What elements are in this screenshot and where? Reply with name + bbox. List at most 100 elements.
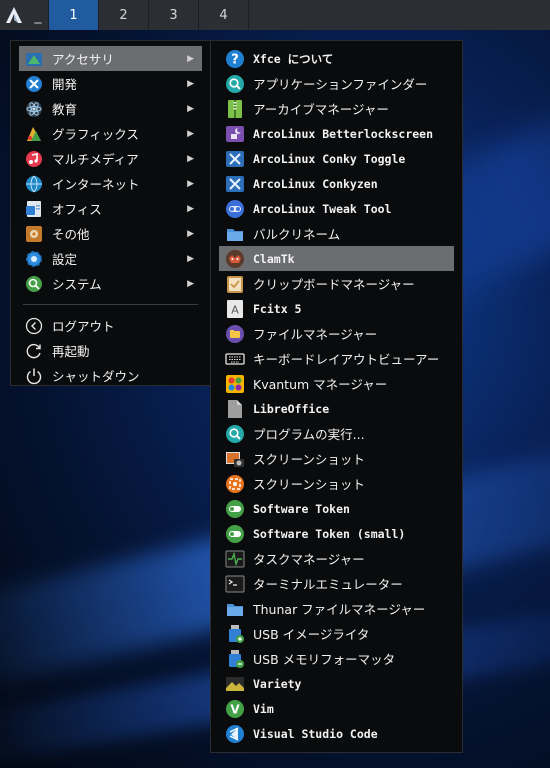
app-archive-manager[interactable]: アーカイブマネージャー <box>219 96 454 121</box>
app-software-token-small[interactable]: Software Token (small) <box>219 521 454 546</box>
app-kvantum-manager[interactable]: Kvantum マネージャー <box>219 371 454 396</box>
screenshot-camera-icon <box>224 449 246 469</box>
app-label: Visual Studio Code <box>253 726 378 741</box>
app-file-manager[interactable]: ファイルマネージャー <box>219 321 454 346</box>
app-keyboard-layout-viewer[interactable]: キーボードレイアウトビューアー <box>219 346 454 371</box>
accessories-icon <box>23 49 45 69</box>
app-label: Xfce について <box>253 51 334 66</box>
libreoffice-icon <box>224 399 246 419</box>
shutdown-menu-item[interactable]: シャットダウン <box>19 363 202 388</box>
app-vim[interactable]: V Vim <box>219 696 454 721</box>
clamtk-icon <box>224 249 246 269</box>
graphics-icon <box>23 124 45 144</box>
multimedia-icon <box>23 149 45 169</box>
menu-category-other[interactable]: その他 ▶ <box>19 221 202 246</box>
menu-category-label: グラフィックス <box>52 127 139 142</box>
app-clamtk[interactable]: ClamTk <box>219 246 454 271</box>
menu-category-office[interactable]: オフィス ▶ <box>19 196 202 221</box>
app-label: ArcoLinux Conkyzen <box>253 176 378 191</box>
restart-label: 再起動 <box>52 344 90 359</box>
menu-category-multimedia[interactable]: マルチメディア ▶ <box>19 146 202 171</box>
app-libreoffice[interactable]: LibreOffice <box>219 396 454 421</box>
app-label: タスクマネージャー <box>253 552 365 567</box>
menu-category-label: オフィス <box>52 202 102 217</box>
app-label: アーカイブマネージャー <box>253 102 389 117</box>
menu-category-settings[interactable]: 設定 ▶ <box>19 246 202 271</box>
conky-icon <box>224 149 246 169</box>
app-arcolinux-betterlockscreen[interactable]: ArcoLinux Betterlockscreen <box>219 121 454 146</box>
app-label: Thunar ファイルマネージャー <box>253 602 426 617</box>
app-arcolinux-conkyzen[interactable]: ArcoLinux Conkyzen <box>219 171 454 196</box>
workspace-2-button[interactable]: 2 <box>98 0 148 30</box>
menu-category-label: アクセサリ <box>52 52 114 67</box>
app-terminal-emulator[interactable]: ターミナルエミュレーター <box>219 571 454 596</box>
software-token-small-icon <box>224 524 246 544</box>
submenu-arrow-icon: ▶ <box>187 178 194 189</box>
app-fcitx5[interactable]: A Fcitx 5 <box>219 296 454 321</box>
terminal-icon <box>224 574 246 594</box>
app-software-token[interactable]: Software Token <box>219 496 454 521</box>
internet-icon <box>23 174 45 194</box>
info-icon: ? <box>224 49 246 69</box>
file-manager-icon <box>224 324 246 344</box>
app-usb-formatter[interactable]: USB メモリフォーマッタ <box>219 646 454 671</box>
shutdown-label: シャットダウン <box>52 369 140 384</box>
app-xfce-about[interactable]: ? Xfce について <box>219 46 454 71</box>
menu-category-graphics[interactable]: グラフィックス ▶ <box>19 121 202 146</box>
accessories-submenu: ? Xfce について アプリケーションファインダー アーカイブマネージャー A… <box>210 40 463 753</box>
app-screenshot-1[interactable]: スクリーンショット <box>219 446 454 471</box>
app-application-finder[interactable]: アプリケーションファインダー <box>219 71 454 96</box>
app-bulk-rename[interactable]: バルクリネーム <box>219 221 454 246</box>
workspace-1-button[interactable]: 1 <box>48 0 98 30</box>
app-arcolinux-conky-toggle[interactable]: ArcoLinux Conky Toggle <box>219 146 454 171</box>
app-arcolinux-tweak-tool[interactable]: ArcoLinux Tweak Tool <box>219 196 454 221</box>
clipboard-icon <box>224 274 246 294</box>
education-icon <box>23 99 45 119</box>
app-screenshot-2[interactable]: スクリーンショット <box>219 471 454 496</box>
app-label: Kvantum マネージャー <box>253 377 388 392</box>
menu-category-label: その他 <box>52 227 90 242</box>
run-program-icon <box>224 424 246 444</box>
conkyzen-icon <box>224 174 246 194</box>
menu-category-label: 設定 <box>52 252 78 267</box>
thunar-icon <box>224 599 246 619</box>
app-usb-image-writer[interactable]: USB イメージライタ <box>219 621 454 646</box>
submenu-arrow-icon: ▶ <box>187 203 194 214</box>
arcolinux-logo-icon[interactable] <box>0 0 28 30</box>
workspace-3-button[interactable]: 3 <box>148 0 198 30</box>
archive-manager-icon <box>224 99 246 119</box>
app-label: ターミナルエミュレーター <box>253 577 403 592</box>
app-run-program[interactable]: プログラムの実行... <box>219 421 454 446</box>
menu-category-internet[interactable]: インターネット ▶ <box>19 171 202 196</box>
restart-menu-item[interactable]: 再起動 <box>19 338 202 363</box>
menu-category-accessories[interactable]: アクセサリ ▶ <box>19 46 202 71</box>
app-visual-studio-code[interactable]: Visual Studio Code <box>219 721 454 746</box>
menu-category-development[interactable]: 開発 ▶ <box>19 71 202 96</box>
app-clipboard-manager[interactable]: クリップボードマネージャー <box>219 271 454 296</box>
screenshot-tool-icon <box>224 474 246 494</box>
development-icon <box>23 74 45 94</box>
vscode-icon <box>224 724 246 744</box>
app-label: クリップボードマネージャー <box>253 277 415 292</box>
lockscreen-icon <box>224 124 246 144</box>
app-label: ArcoLinux Conky Toggle <box>253 151 406 166</box>
app-label: ファイルマネージャー <box>253 327 378 342</box>
app-variety[interactable]: Variety <box>219 671 454 696</box>
svg-text:?: ? <box>231 52 239 67</box>
app-label: ArcoLinux Tweak Tool <box>253 201 392 216</box>
menu-category-system[interactable]: システム ▶ <box>19 271 202 296</box>
svg-text:A: A <box>231 303 239 316</box>
app-label: USB メモリフォーマッタ <box>253 652 396 667</box>
submenu-arrow-icon: ▶ <box>187 103 194 114</box>
logout-menu-item[interactable]: ログアウト <box>19 313 202 338</box>
system-icon <box>23 274 45 294</box>
menu-category-education[interactable]: 教育 ▶ <box>19 96 202 121</box>
workspace-4-button[interactable]: 4 <box>198 0 249 30</box>
panel-separator: _ <box>34 8 42 24</box>
usb-formatter-icon <box>224 649 246 669</box>
app-thunar[interactable]: Thunar ファイルマネージャー <box>219 596 454 621</box>
menu-separator <box>23 304 198 305</box>
app-label: Vim <box>253 701 274 716</box>
app-task-manager[interactable]: タスクマネージャー <box>219 546 454 571</box>
office-icon <box>23 199 45 219</box>
